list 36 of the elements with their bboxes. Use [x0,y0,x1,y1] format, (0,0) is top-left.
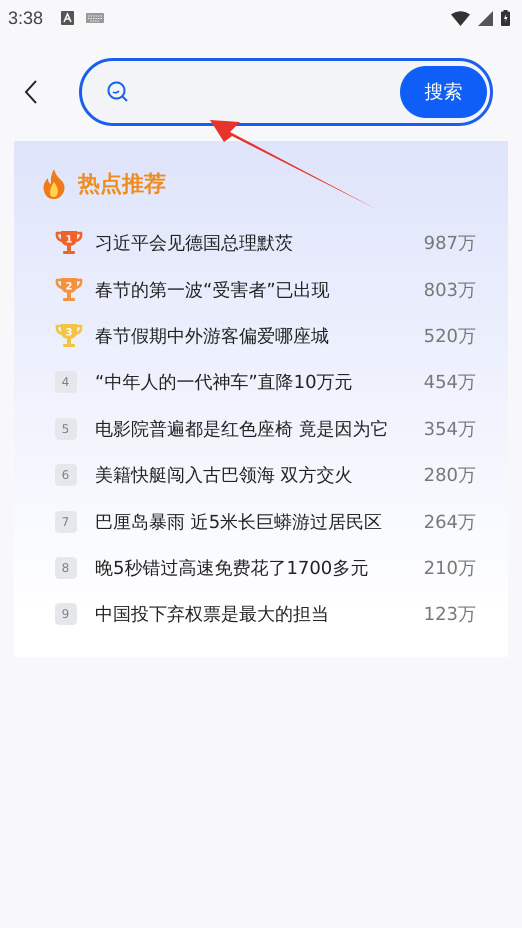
view-count: 264万 [422,510,476,534]
search-button[interactable]: 搜索 [400,66,487,118]
rank-badge: 5 [54,418,76,440]
view-count: 987万 [422,232,476,256]
view-count: 123万 [422,603,476,626]
view-count: 210万 [422,556,476,580]
back-icon[interactable] [24,80,38,104]
wifi-icon [451,10,470,26]
rank-badge: 7 [54,510,76,533]
hot-topic-link[interactable]: 美籍快艇闯入古巴领海 双方交火 [95,463,353,488]
section-title: 热点推荐 [78,171,166,199]
hot-topic-link[interactable]: 习近平会见德国总理默茨 [95,231,293,256]
view-count: 280万 [422,464,476,488]
rank-badge: 8 [54,556,76,579]
view-count: 454万 [422,371,476,394]
rank-badge: 9 [54,603,76,626]
hot-topic-link[interactable]: 电影院普遍都是红色座椅 竟是因为它 [95,416,389,441]
hot-topic-link[interactable]: 晚5秒错过高速免费花了1700多元 [95,556,368,580]
keyboard-icon [86,13,104,23]
battery-icon [501,10,510,26]
view-count: 520万 [422,324,476,348]
signal-icon [478,10,493,26]
search-icon [106,80,130,104]
keyboard-badge-icon [61,11,74,25]
view-count: 354万 [422,418,476,441]
status-time: 3:38 [8,8,44,28]
flame-icon [42,169,66,199]
hot-topic-link[interactable]: “中年人的一代神车”直降10万元 [95,370,353,394]
hot-topic-link[interactable]: 春节的第一波“受害者”已出现 [95,278,330,302]
hot-topic-link[interactable]: 巴厘岛暴雨 近5米长巨蟒游过居民区 [95,510,382,534]
hot-topic-link[interactable]: 春节假期中外游客偏爱哪座城 [95,324,329,348]
search-field[interactable]: 搜索 [79,58,493,126]
rank-badge: 6 [54,464,76,486]
rank-badge: 4 [54,371,76,394]
view-count: 803万 [422,278,476,302]
hot-topic-link[interactable]: 中国投下弃权票是最大的担当 [95,602,329,626]
